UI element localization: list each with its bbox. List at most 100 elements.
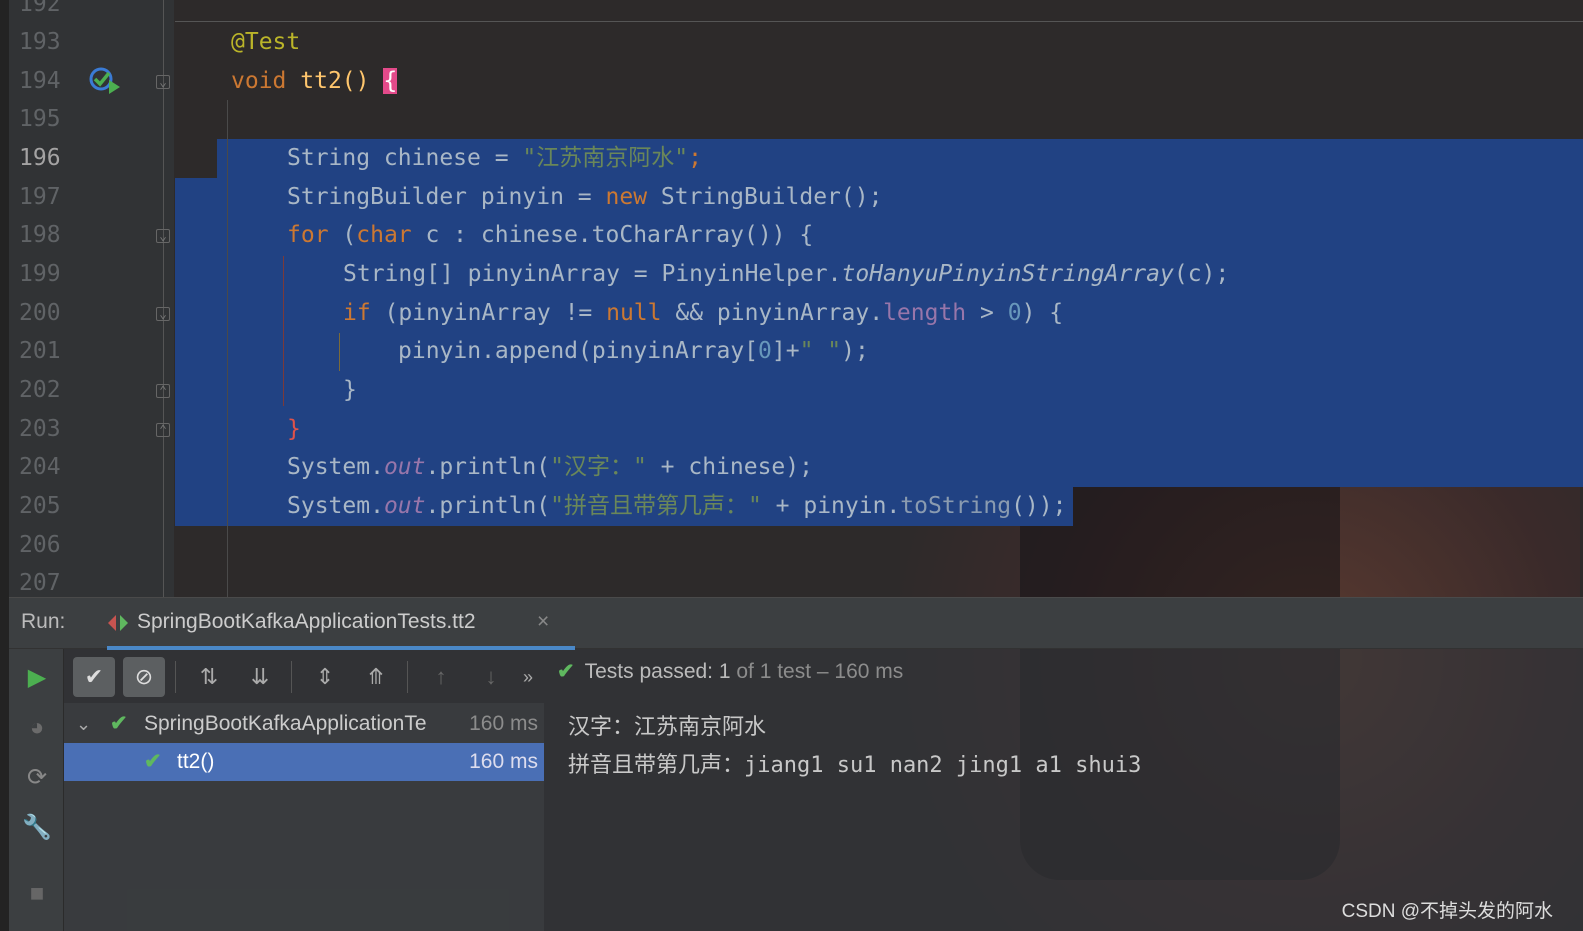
collapse-all-icon[interactable]: ⤊	[355, 657, 397, 697]
line-number: 197	[19, 184, 61, 210]
line-number: 194	[19, 68, 61, 94]
keyword: char	[356, 222, 412, 248]
bracket-rail	[339, 333, 340, 371]
watermark: CSDN @不掉头发的阿水	[1341, 901, 1553, 922]
tab-test-run[interactable]: SpringBootKafkaApplicationTests.tt2 ×	[107, 598, 575, 650]
check-icon: ✔	[110, 712, 128, 735]
code-line-199[interactable]: String[] pinyinArray = PinyinHelper.toHa…	[343, 255, 1229, 293]
tree-item-time: 160 ms	[469, 750, 538, 773]
run-test-gutter-icon[interactable]	[88, 66, 122, 96]
line-number: 193	[19, 29, 61, 55]
ide-window: 192 193 194 195 196 197 198 199 200 201 …	[0, 0, 1583, 931]
code-text: System.	[287, 454, 384, 480]
static-field: out	[383, 493, 426, 519]
show-ignored-icon[interactable]: ⊘	[123, 657, 165, 697]
method-separator-line	[175, 21, 1583, 22]
string-literal: "汉字："	[550, 454, 647, 480]
debug-icon[interactable]: ◕	[20, 711, 54, 745]
check-icon: ✔	[144, 750, 162, 773]
run-tool-window: Run: SpringBootKafkaApplicationTests.tt2…	[9, 597, 1583, 931]
fold-marker-icon[interactable]: ⌄	[156, 307, 170, 322]
prev-failed-icon[interactable]: ↑	[420, 657, 462, 697]
line-number: 192	[19, 0, 61, 17]
close-icon[interactable]: ×	[537, 610, 549, 634]
keyword: new	[605, 184, 648, 210]
tree-item-suite[interactable]: ⌄ ✔ SpringBootKafkaApplicationTe 160 ms	[64, 705, 544, 743]
check-icon: ✔	[557, 660, 575, 683]
code-line-203[interactable]: }	[287, 410, 301, 448]
static-field: out	[383, 454, 426, 480]
code-text: ());	[1011, 493, 1067, 519]
string-literal: " "	[799, 338, 842, 364]
line-number: 205	[19, 493, 61, 519]
line-number: 202	[19, 377, 61, 403]
chevron-down-icon[interactable]: ⌄	[76, 705, 91, 743]
code-text: (pinyinArray !=	[370, 300, 607, 326]
code-text: .println(	[425, 454, 551, 480]
code-line-205[interactable]: System.out.println("拼音且带第几声：" + pinyin.t…	[287, 487, 1066, 525]
run-icon[interactable]: ▶	[20, 661, 54, 695]
annotation: @Test	[231, 29, 301, 55]
code-line-196[interactable]: String chinese = "江苏南京阿水";	[287, 139, 702, 177]
code-text: StringBuilder();	[647, 184, 883, 210]
fold-marker-icon[interactable]: ⌄	[156, 75, 170, 90]
line-number: 206	[19, 532, 61, 558]
code-line-200[interactable]: if (pinyinArray != null && pinyinArray.l…	[343, 294, 1063, 332]
code-text: ]+	[771, 338, 800, 364]
code-text: ;	[688, 145, 702, 171]
code-line-201[interactable]: pinyin.append(pinyinArray[0]+" ");	[398, 332, 869, 370]
expand-all-icon[interactable]: ⇕	[304, 657, 346, 697]
matched-brace: {	[383, 68, 398, 94]
test-status: ✔ Tests passed: 1 of 1 test – 160 ms	[557, 659, 903, 684]
code-line-194[interactable]: void tt2() {	[231, 62, 398, 100]
code-text: String chinese =	[287, 145, 523, 171]
next-failed-icon[interactable]: ↓	[470, 657, 512, 697]
tree-item-test[interactable]: ✔ tt2() 160 ms	[64, 743, 544, 781]
code-text: + chinese);	[646, 454, 813, 480]
run-side-toolbar: ▶ ◕ ⟳ 🔧 ■	[9, 649, 64, 931]
code-line-197[interactable]: StringBuilder pinyin = new StringBuilder…	[287, 178, 882, 216]
code-text: }	[343, 377, 357, 403]
line-number: 195	[19, 106, 61, 132]
tree-item-time: 160 ms	[469, 712, 538, 735]
keyword: for	[287, 222, 329, 248]
keyword: void	[231, 68, 301, 94]
sort-alpha-icon[interactable]: ⇅	[188, 657, 230, 697]
method-name: tt2	[300, 68, 342, 94]
code-text: String[] pinyinArray = PinyinHelper.	[343, 261, 842, 287]
fold-marker-icon[interactable]: ⌃	[156, 423, 170, 438]
code-text: (c);	[1173, 261, 1230, 287]
run-tab-bar: Run: SpringBootKafkaApplicationTests.tt2…	[9, 597, 1583, 650]
code-line-193[interactable]: @Test	[231, 23, 300, 61]
tab-title: SpringBootKafkaApplicationTests.tt2	[137, 610, 476, 633]
rerun-failed-icon[interactable]: ⟳	[20, 761, 54, 795]
method-call: toString	[900, 493, 1012, 519]
bracket-rail	[283, 256, 284, 406]
code-line-198[interactable]: for (char c : chinese.toCharArray()) {	[287, 216, 813, 254]
toolbar-separator	[291, 661, 292, 693]
code-text: System.	[287, 493, 384, 519]
line-number: 203	[19, 416, 61, 442]
settings-icon[interactable]: 🔧	[20, 811, 54, 845]
field: length	[883, 300, 967, 326]
code-line-204[interactable]: System.out.println("汉字：" + chinese);	[287, 448, 813, 486]
code-line-202[interactable]: }	[343, 371, 357, 409]
line-number: 200	[19, 300, 61, 326]
status-suffix: of 1 test – 160 ms	[730, 660, 904, 683]
code-editor[interactable]: 192 193 194 195 196 197 198 199 200 201 …	[0, 0, 1583, 597]
test-tree: ⌄ ✔ SpringBootKafkaApplicationTe 160 ms …	[64, 703, 544, 931]
toolbar-separator	[175, 661, 176, 693]
more-icon[interactable]: »	[507, 657, 549, 697]
string-literal: "江苏南京阿水"	[522, 145, 689, 171]
stop-icon[interactable]: ■	[20, 877, 54, 911]
fold-marker-icon[interactable]: ⌄	[156, 229, 170, 244]
show-passed-icon[interactable]: ✔	[73, 657, 115, 697]
line-number: 201	[19, 338, 61, 364]
sort-duration-icon[interactable]: ⇊	[239, 657, 281, 697]
status-count: 1	[718, 660, 731, 683]
test-results-icon	[108, 615, 128, 631]
string-literal: "拼音且带第几声："	[550, 493, 762, 519]
code-text: (	[328, 222, 357, 248]
fold-marker-icon[interactable]: ⌃	[156, 384, 170, 399]
toolbar-separator	[407, 661, 408, 693]
